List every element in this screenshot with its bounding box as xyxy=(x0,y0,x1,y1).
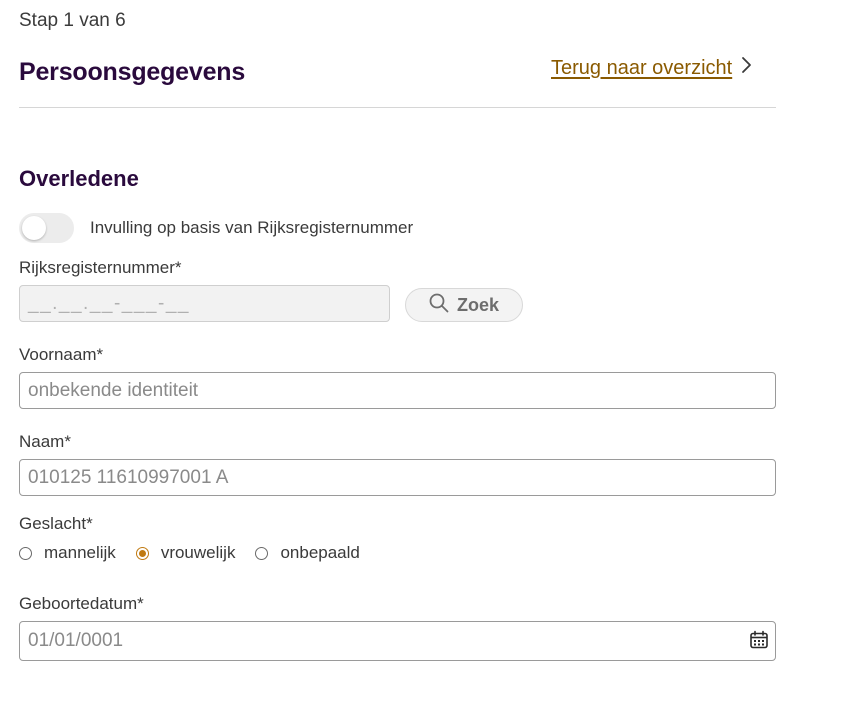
section-title: Overledene xyxy=(19,166,139,191)
radio-circle-selected xyxy=(135,546,149,560)
name-input[interactable]: 010125 11610997001 A xyxy=(19,459,776,496)
back-link-label: Terug naar overzicht xyxy=(551,56,733,79)
radio-circle xyxy=(255,546,269,560)
birthdate-input[interactable]: 01/01/0001 xyxy=(19,621,776,661)
birthdate-label: Geboortedatum* xyxy=(19,594,144,613)
rrn-toggle[interactable] xyxy=(19,213,74,243)
rrn-toggle-label: Invulling op basis van Rijksregisternumm… xyxy=(90,218,414,237)
gender-label: Geslacht* xyxy=(19,514,93,533)
firstname-label: Voornaam* xyxy=(19,345,104,364)
search-button-label: Zoek xyxy=(456,294,499,315)
radio-label: mannelijk xyxy=(44,543,116,562)
firstname-input[interactable]: onbekende identiteit xyxy=(19,372,776,409)
rrn-input[interactable]: __.__.__-___-__ xyxy=(19,285,390,322)
radio-label: vrouwelijk xyxy=(160,543,236,562)
rrn-label: Rijksregisternummer* xyxy=(19,258,182,277)
page-title: Persoonsgegevens xyxy=(19,58,246,86)
gender-option-onbepaald[interactable]: onbepaald xyxy=(255,543,360,563)
gender-radio-group: mannelijk vrouwelijk onbepaald xyxy=(19,543,380,563)
step-indicator: Stap 1 van 6 xyxy=(19,10,126,31)
birthdate-value: 01/01/0001 xyxy=(28,630,124,651)
gender-option-vrouwelijk[interactable]: vrouwelijk xyxy=(135,543,236,563)
radio-circle xyxy=(19,546,32,560)
header-divider xyxy=(19,107,776,108)
toggle-knob xyxy=(22,216,46,240)
chevron-right-icon xyxy=(740,56,752,80)
back-to-overview-link[interactable]: Terug naar overzicht xyxy=(551,56,752,80)
search-button[interactable]: Zoek xyxy=(405,288,523,322)
name-label: Naam* xyxy=(19,432,71,451)
search-icon xyxy=(429,293,449,318)
calendar-icon[interactable] xyxy=(749,630,769,650)
radio-label: onbepaald xyxy=(280,543,360,562)
gender-option-mannelijk[interactable]: mannelijk xyxy=(19,543,116,563)
